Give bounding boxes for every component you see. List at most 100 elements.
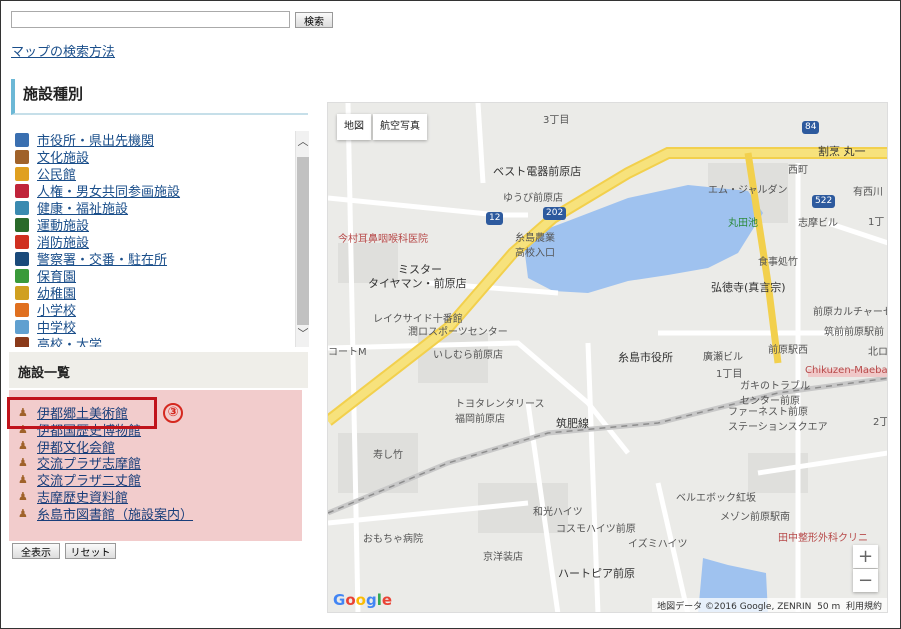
scroll-up-icon[interactable]: ︿ xyxy=(296,135,310,149)
map-place-label[interactable]: ゆうび前原店 xyxy=(503,189,563,204)
culture-icon: ♟ xyxy=(18,506,28,520)
map-place-label[interactable]: 糸島農業 高校入口 xyxy=(515,229,555,259)
facility-link[interactable]: 糸島市図書館（施設案内） xyxy=(37,504,193,523)
map-place-label[interactable]: 寿し竹 xyxy=(373,446,403,461)
facility-type-heading: 施設種別 xyxy=(11,79,308,115)
map-place-label[interactable]: メゾン前原駅南 xyxy=(720,508,790,523)
route-number-badge: 202 xyxy=(543,207,567,220)
health-icon xyxy=(15,200,29,215)
step-marker: ③ xyxy=(163,403,183,423)
map-place-label[interactable]: 北ロ xyxy=(868,343,887,358)
map-place-label[interactable]: 廣瀬ビル xyxy=(703,348,743,363)
facility-type-item[interactable]: 小学校 xyxy=(11,301,308,319)
map-place-label[interactable]: おもちゃ病院 xyxy=(363,530,423,545)
map-place-label[interactable]: いしむら前原店 xyxy=(433,346,503,361)
map-place-label[interactable]: 1丁 xyxy=(868,213,884,228)
facility-type-item[interactable]: 警察署・交番・駐在所 xyxy=(11,250,308,268)
culture-icon: ♟ xyxy=(18,439,28,453)
map-place-label[interactable]: 3丁目 xyxy=(543,111,569,126)
search-button[interactable]: 検索 xyxy=(295,12,333,28)
zoom-in-button[interactable]: + xyxy=(853,545,878,568)
map-place-label[interactable]: 京洋装店 xyxy=(483,548,523,563)
route-number-badge: 522 xyxy=(812,195,836,208)
scroll-down-icon[interactable]: ﹀ xyxy=(296,327,310,341)
map-place-label[interactable]: 糸島市役所 xyxy=(618,349,673,365)
reset-button[interactable]: リセット xyxy=(65,543,116,559)
map-place-label[interactable]: ベルエボック紅坂 xyxy=(676,489,756,504)
facility-list-item[interactable]: ♟ 志摩歴史資料館 xyxy=(9,488,302,506)
map-place-label[interactable]: 前原カルチャーセンター xyxy=(813,303,887,318)
facility-list-item[interactable]: ♟ 交流プラザ二丈館 xyxy=(9,471,302,489)
highlight-box xyxy=(7,397,157,429)
map-place-label[interactable]: 有西川 xyxy=(853,183,883,198)
scale-label: 50 m xyxy=(817,602,841,612)
map-place-label[interactable]: 前原駅西 xyxy=(768,341,808,356)
facility-type-item[interactable]: 高校・大学 xyxy=(11,335,308,347)
map-place-label[interactable]: 2丁 xyxy=(873,413,887,428)
facility-type-item[interactable]: 文化施設 xyxy=(11,148,308,166)
map-place-label[interactable]: 今村耳鼻咽喉科医院 xyxy=(338,230,428,245)
map-search-help-link[interactable]: マップの検索方法 xyxy=(11,41,115,60)
facility-list-item[interactable]: ♟ 伊都文化会館 xyxy=(9,438,302,455)
map-type-map-button[interactable]: 地図 xyxy=(337,114,371,140)
junior-high-icon xyxy=(15,319,29,334)
map-place-label[interactable]: コートM xyxy=(328,343,367,358)
facility-type-item[interactable]: 健康・福祉施設 xyxy=(11,199,308,217)
facility-type-item[interactable]: 公民館 xyxy=(11,165,308,183)
map-place-label[interactable]: ファーネスト前原 ステーションスクエア xyxy=(728,403,828,433)
map-place-label[interactable]: タイヤマン・前原店 xyxy=(368,275,467,291)
community-hall-icon xyxy=(15,166,29,181)
map-place-label[interactable]: 筑肥線 xyxy=(556,415,589,431)
facility-type-item[interactable]: 市役所・県出先機関 xyxy=(11,131,308,149)
facility-type-item[interactable]: 消防施設 xyxy=(11,233,308,251)
facility-type-scrollbar[interactable]: ︿ ﹀ xyxy=(295,131,309,347)
map-place-label[interactable]: 潤ロスポーツセンター xyxy=(408,323,508,338)
map-place-label[interactable]: 和光ハイツ xyxy=(533,503,583,518)
map-place-label[interactable]: コスモハイツ前原 xyxy=(556,520,636,535)
facility-type-item[interactable]: 中学校 xyxy=(11,318,308,336)
building-icon xyxy=(15,132,29,147)
facility-type-item[interactable]: 保育園 xyxy=(11,267,308,285)
map-place-label[interactable]: トヨタレンタリース 福岡前原店 xyxy=(455,395,545,425)
map-place-label[interactable]: 田中整形外科クリニ xyxy=(778,529,868,544)
google-logo: Google xyxy=(333,591,393,609)
map-type-satellite-button[interactable]: 航空写真 xyxy=(373,114,427,140)
map-place-label[interactable]: 西町 xyxy=(788,161,808,176)
map-view[interactable]: 地図 航空写真 3丁目ベスト電器前原店ゆうび前原店今村耳鼻咽喉科医院 糸島農業 高… xyxy=(327,102,888,613)
facility-type-item[interactable]: 幼稚園 xyxy=(11,284,308,302)
scrollbar-thumb[interactable] xyxy=(297,157,309,325)
map-place-label[interactable]: イズミハイツ xyxy=(628,535,688,550)
facility-type-link[interactable]: 高校・大学 xyxy=(37,334,102,347)
route-number-badge: 12 xyxy=(486,212,504,225)
map-place-label[interactable]: 食事処竹 xyxy=(758,253,798,268)
map-place-label[interactable]: ベスト電器前原店 xyxy=(493,163,581,179)
show-all-button[interactable]: 全表示 xyxy=(12,543,60,559)
map-place-label[interactable]: 弘徳寺(真言宗) xyxy=(711,279,786,295)
facility-list-heading: 施設一覧 xyxy=(9,352,308,388)
zoom-out-button[interactable]: − xyxy=(853,569,878,592)
kindergarten-icon xyxy=(15,285,29,300)
facility-list-item[interactable]: ♟ 交流プラザ志摩館 xyxy=(9,454,302,472)
fire-icon xyxy=(15,234,29,249)
elementary-school-icon xyxy=(15,302,29,317)
map-place-label[interactable]: 筑前前原駅前 xyxy=(824,323,884,338)
university-icon xyxy=(15,336,29,347)
culture-icon: ♟ xyxy=(18,473,28,487)
map-place-label[interactable]: エム・ジャルダン xyxy=(708,181,788,196)
map-place-label[interactable]: 1丁目 xyxy=(716,365,742,380)
facility-type-item[interactable]: 運動施設 xyxy=(11,216,308,234)
terms-link[interactable]: 利用規約 xyxy=(846,602,882,612)
culture-icon xyxy=(15,149,29,164)
map-place-label[interactable]: 丸田池 xyxy=(728,214,758,229)
search-input[interactable] xyxy=(11,11,290,28)
facility-list-item[interactable]: ♟ 糸島市図書館（施設案内） xyxy=(9,504,302,523)
route-number-badge: 84 xyxy=(802,121,820,134)
map-place-label[interactable]: 志摩ビル xyxy=(798,214,838,229)
heart-icon xyxy=(15,183,29,198)
map-place-label[interactable]: 割烹 丸一 xyxy=(818,143,866,159)
map-place-label[interactable]: ハートピア前原 xyxy=(558,565,635,581)
facility-type-item[interactable]: 人権・男女共同参画施設 xyxy=(11,182,308,200)
map-place-label[interactable]: Chikuzen-Maebaru xyxy=(805,365,887,376)
police-icon xyxy=(15,251,29,266)
nursery-icon xyxy=(15,268,29,283)
